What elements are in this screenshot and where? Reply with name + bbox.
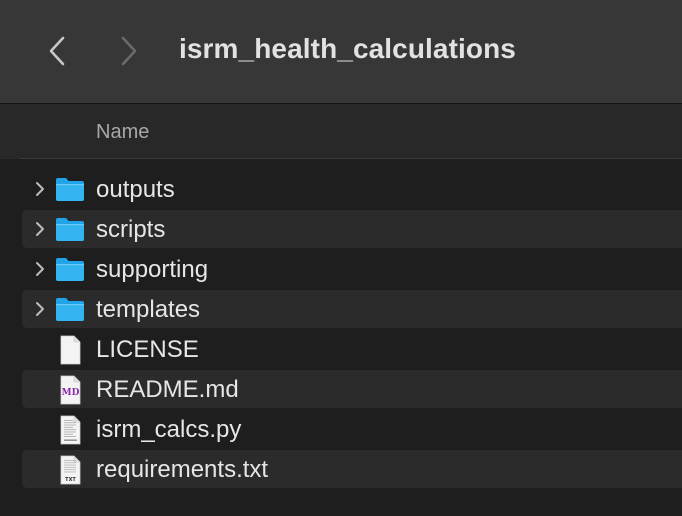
file-name: isrm_calcs.py [96, 416, 242, 443]
file-row[interactable]: supporting [22, 250, 682, 288]
window-title: isrm_health_calculations [179, 33, 516, 64]
chevron-left-icon [49, 36, 65, 66]
disclosure-chevron-icon[interactable] [34, 301, 46, 317]
back-button[interactable] [44, 34, 70, 68]
name-column-header[interactable]: Name [96, 121, 149, 144]
file-row[interactable]: isrm_calcs.py [22, 410, 682, 448]
file-name: requirements.txt [96, 456, 269, 483]
toolbar: isrm_health_calculations [0, 0, 682, 104]
file-row[interactable]: LICENSE [22, 330, 682, 368]
file-row[interactable]: MD README.md [22, 370, 682, 408]
disclosure-chevron-icon[interactable] [34, 181, 46, 197]
file-row[interactable]: scripts [22, 210, 682, 248]
file-name: outputs [96, 176, 175, 203]
python-document-icon [54, 415, 86, 445]
file-row[interactable]: TXT requirements.txt [22, 450, 682, 488]
file-row[interactable]: outputs [22, 170, 682, 208]
svg-text:MD: MD [62, 388, 80, 398]
markdown-document-icon: MD [54, 375, 86, 405]
file-name: templates [96, 296, 201, 323]
svg-text:TXT: TXT [65, 477, 76, 483]
file-list: outputs scripts supporting templates LICENSE… [0, 159, 682, 516]
disclosure-chevron-icon[interactable] [34, 221, 46, 237]
file-name: supporting [96, 256, 209, 283]
finder-window: isrm_health_calculations Name outputs scr… [0, 0, 682, 516]
disclosure-chevron-icon[interactable] [34, 261, 46, 277]
folder-icon [54, 175, 86, 203]
file-name: README.md [96, 376, 239, 403]
blank-document-icon [54, 335, 86, 365]
chevron-right-icon [121, 36, 137, 66]
file-row[interactable]: templates [22, 290, 682, 328]
text-document-icon: TXT [54, 455, 86, 485]
folder-icon [54, 255, 86, 283]
forward-button[interactable] [116, 34, 142, 68]
file-name: scripts [96, 216, 166, 243]
folder-icon [54, 295, 86, 323]
file-name: LICENSE [96, 336, 199, 363]
column-header: Name [0, 104, 682, 159]
folder-icon [54, 215, 86, 243]
